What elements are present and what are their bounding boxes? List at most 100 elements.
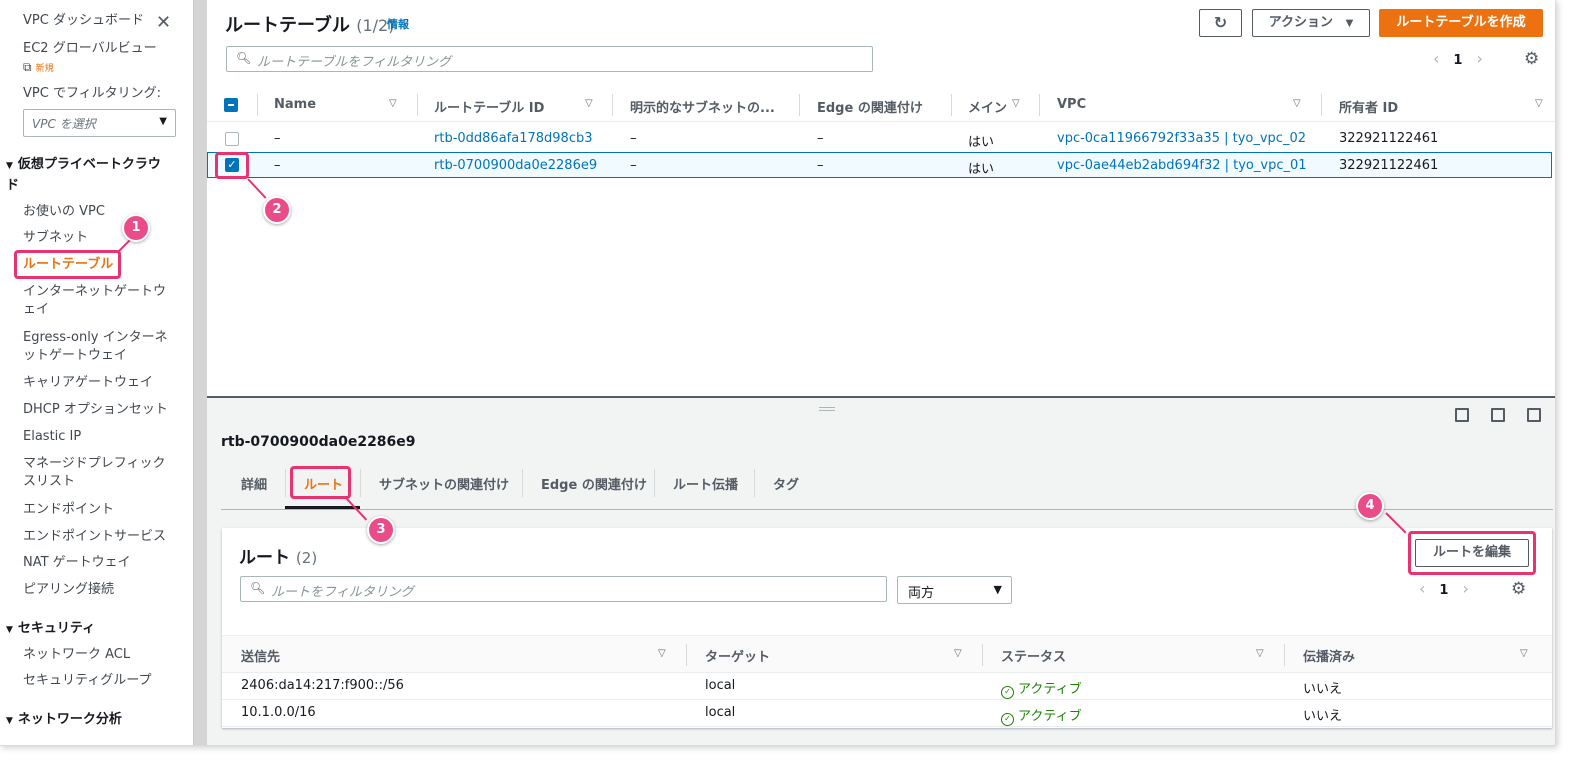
sidebar-item-network-acl[interactable]: ネットワーク ACL [23, 646, 173, 664]
cell-destination: 10.1.0.0/16 [241, 705, 316, 720]
sidebar-item-prefix-lists[interactable]: マネージドプレフィックスリスト [23, 455, 173, 491]
cell-vpc[interactable]: vpc-0ca11966792f33a35 | tyo_vpc_02 [1057, 131, 1306, 146]
page-number[interactable]: 1 [1439, 583, 1448, 598]
settings-gear-icon[interactable]: ⚙ [1524, 49, 1539, 69]
section-label: 仮想プライベートクラウド [6, 157, 161, 193]
table-row-selected[interactable]: ✓ – rtb-0700900da0e2286e9 – – はい vpc-0ae… [207, 152, 1552, 178]
status-text: アクティブ [1018, 682, 1082, 697]
sort-icon[interactable]: ▽ [658, 648, 666, 659]
sidebar-item-nat-gateways[interactable]: NAT ゲートウェイ [23, 554, 173, 572]
split-bottom-icon[interactable] [1455, 408, 1469, 422]
previous-page-icon[interactable]: ‹ [1433, 49, 1439, 68]
tab-subnet-associations[interactable]: サブネットの関連付け [379, 474, 509, 493]
sidebar-item-internet-gateways[interactable]: インターネットゲートウェイ [23, 283, 173, 319]
route-scope-select[interactable]: 両方 ▼ [897, 576, 1012, 604]
tab-separator [360, 469, 361, 497]
tab-edge-associations[interactable]: Edge の関連付け [541, 474, 647, 493]
routes-filter-input[interactable]: 🔍︎ ルートをフィルタリング [240, 576, 887, 602]
settings-gear-icon[interactable]: ⚙ [1511, 579, 1526, 599]
sidebar-item-egress-only-gateways[interactable]: Egress-only インターネットゲートウェイ [23, 329, 173, 365]
section-private-cloud[interactable]: ▼ 仮想プライベートクラウド [6, 155, 166, 195]
page-number[interactable]: 1 [1453, 53, 1462, 68]
sidebar-item-carrier-gateways[interactable]: キャリアゲートウェイ [23, 374, 173, 392]
sidebar-item-ec2-global-view[interactable]: EC2 グローバルビュー ⧉ 新規 [23, 40, 173, 78]
table-row: 2406:da14:217:f900::/56 local ✓ アクティブ いいえ [222, 673, 1552, 700]
tab-details[interactable]: 詳細 [241, 474, 267, 493]
sort-icon[interactable]: ▽ [585, 98, 593, 109]
sidebar-item-endpoints[interactable]: エンドポイント [23, 501, 173, 519]
routes-title-text: ルート [239, 548, 290, 568]
external-link-icon: ⧉ [23, 60, 32, 74]
section-network-analysis[interactable]: ▼ ネットワーク分析 [6, 710, 166, 731]
annotation-badge: 1 [122, 214, 150, 242]
sort-icon[interactable]: ▽ [1535, 98, 1543, 109]
sidebar-item-dhcp-options[interactable]: DHCP オプションセット [23, 401, 173, 419]
sort-icon[interactable]: ▽ [1256, 648, 1264, 659]
sort-icon[interactable]: ▽ [1293, 98, 1301, 109]
tab-separator [522, 469, 523, 497]
column-header-edge[interactable]: Edge の関連付け [817, 97, 923, 116]
vpc-select-placeholder: VPC を選択 [32, 117, 96, 131]
section-security[interactable]: ▼ セキュリティ [6, 619, 166, 640]
annotation-badge: 2 [263, 196, 291, 224]
route-scope-value: 両方 [908, 586, 935, 601]
column-header-route-table-id[interactable]: ルートテーブル ID [434, 97, 544, 116]
tab-separator [285, 469, 286, 497]
main-content: ルートテーブル (1/2) 情報 ↻ アクション ▼ ルートテーブルを作成 🔍︎… [207, 0, 1555, 745]
sort-icon[interactable]: ▽ [954, 648, 962, 659]
cell-vpc[interactable]: vpc-0ae44eb2abd694f32 | tyo_vpc_01 [1057, 158, 1307, 173]
cell-name: – [274, 131, 281, 146]
column-header-name[interactable]: Name [274, 97, 316, 112]
split-side-icon[interactable] [1491, 408, 1505, 422]
status-text: アクティブ [1018, 709, 1082, 724]
sidebar-scrollbar[interactable] [193, 0, 207, 745]
detail-title: rtb-0700900da0e2286e9 [221, 434, 416, 450]
column-header-explicit-subnet[interactable]: 明示的なサブネットの... [630, 97, 775, 116]
cell-route-table-id[interactable]: rtb-0700900da0e2286e9 [434, 158, 597, 173]
refresh-button[interactable]: ↻ [1199, 9, 1242, 37]
split-full-icon[interactable] [1527, 408, 1541, 422]
row-checkbox[interactable] [225, 132, 239, 146]
sidebar-item-endpoint-services[interactable]: エンドポイントサービス [23, 528, 173, 546]
next-page-icon[interactable]: › [1462, 579, 1468, 598]
sidebar-item-dashboard[interactable]: VPC ダッシュボード [23, 12, 173, 30]
sort-icon[interactable]: ▽ [1012, 98, 1020, 109]
new-badge: 新規 [35, 64, 54, 74]
cell-edge: – [817, 131, 824, 146]
info-link[interactable]: 情報 [387, 16, 409, 32]
sidebar-item-peering[interactable]: ピアリング接続 [23, 581, 173, 599]
column-separator [982, 644, 983, 666]
column-header-status[interactable]: ステータス [1001, 646, 1066, 665]
previous-page-icon[interactable]: ‹ [1419, 579, 1425, 598]
sidebar-item-security-groups[interactable]: セキュリティグループ [23, 672, 173, 690]
column-header-main[interactable]: メイン [968, 97, 1007, 116]
column-header-owner-id[interactable]: 所有者 ID [1339, 97, 1398, 116]
sidebar-item-your-vpcs[interactable]: お使いの VPC [23, 203, 173, 221]
tab-tags[interactable]: タグ [773, 474, 799, 493]
tab-route-propagation[interactable]: ルート伝播 [673, 474, 738, 493]
column-header-vpc[interactable]: VPC [1057, 97, 1086, 112]
column-separator [612, 94, 613, 116]
column-header-target[interactable]: ターゲット [705, 646, 770, 665]
route-table-filter-input[interactable]: 🔍︎ ルートテーブルをフィルタリング [226, 46, 873, 72]
cell-route-table-id[interactable]: rtb-0dd86afa178d98cb3 [434, 131, 593, 146]
sort-icon[interactable]: ▽ [1520, 648, 1528, 659]
resize-handle-icon[interactable] [819, 407, 835, 411]
sidebar-item-subnets[interactable]: サブネット [23, 229, 173, 247]
vpc-select[interactable]: VPC を選択 ▼ [23, 109, 176, 137]
select-all-checkbox[interactable] [224, 98, 238, 112]
actions-button[interactable]: アクション ▼ [1252, 9, 1370, 37]
table-row[interactable]: – rtb-0dd86afa178d98cb3 – – はい vpc-0ca11… [207, 126, 1552, 152]
sort-icon[interactable]: ▽ [389, 98, 397, 109]
create-route-table-button[interactable]: ルートテーブルを作成 [1379, 9, 1543, 37]
split-panel-divider[interactable] [207, 396, 1555, 398]
sidebar-item-elastic-ip[interactable]: Elastic IP [23, 428, 173, 446]
detail-tabs: 詳細 ルート サブネットの関連付け Edge の関連付け ルート伝播 タグ [221, 466, 1553, 510]
column-header-propagated[interactable]: 伝播済み [1303, 646, 1355, 665]
tab-separator [754, 469, 755, 497]
column-header-destination[interactable]: 送信先 [241, 646, 280, 665]
annotation-badge: 3 [367, 516, 395, 544]
caret-down-icon: ▼ [159, 116, 167, 127]
cell-owner-id: 322921122461 [1339, 158, 1439, 173]
next-page-icon[interactable]: › [1476, 49, 1482, 68]
